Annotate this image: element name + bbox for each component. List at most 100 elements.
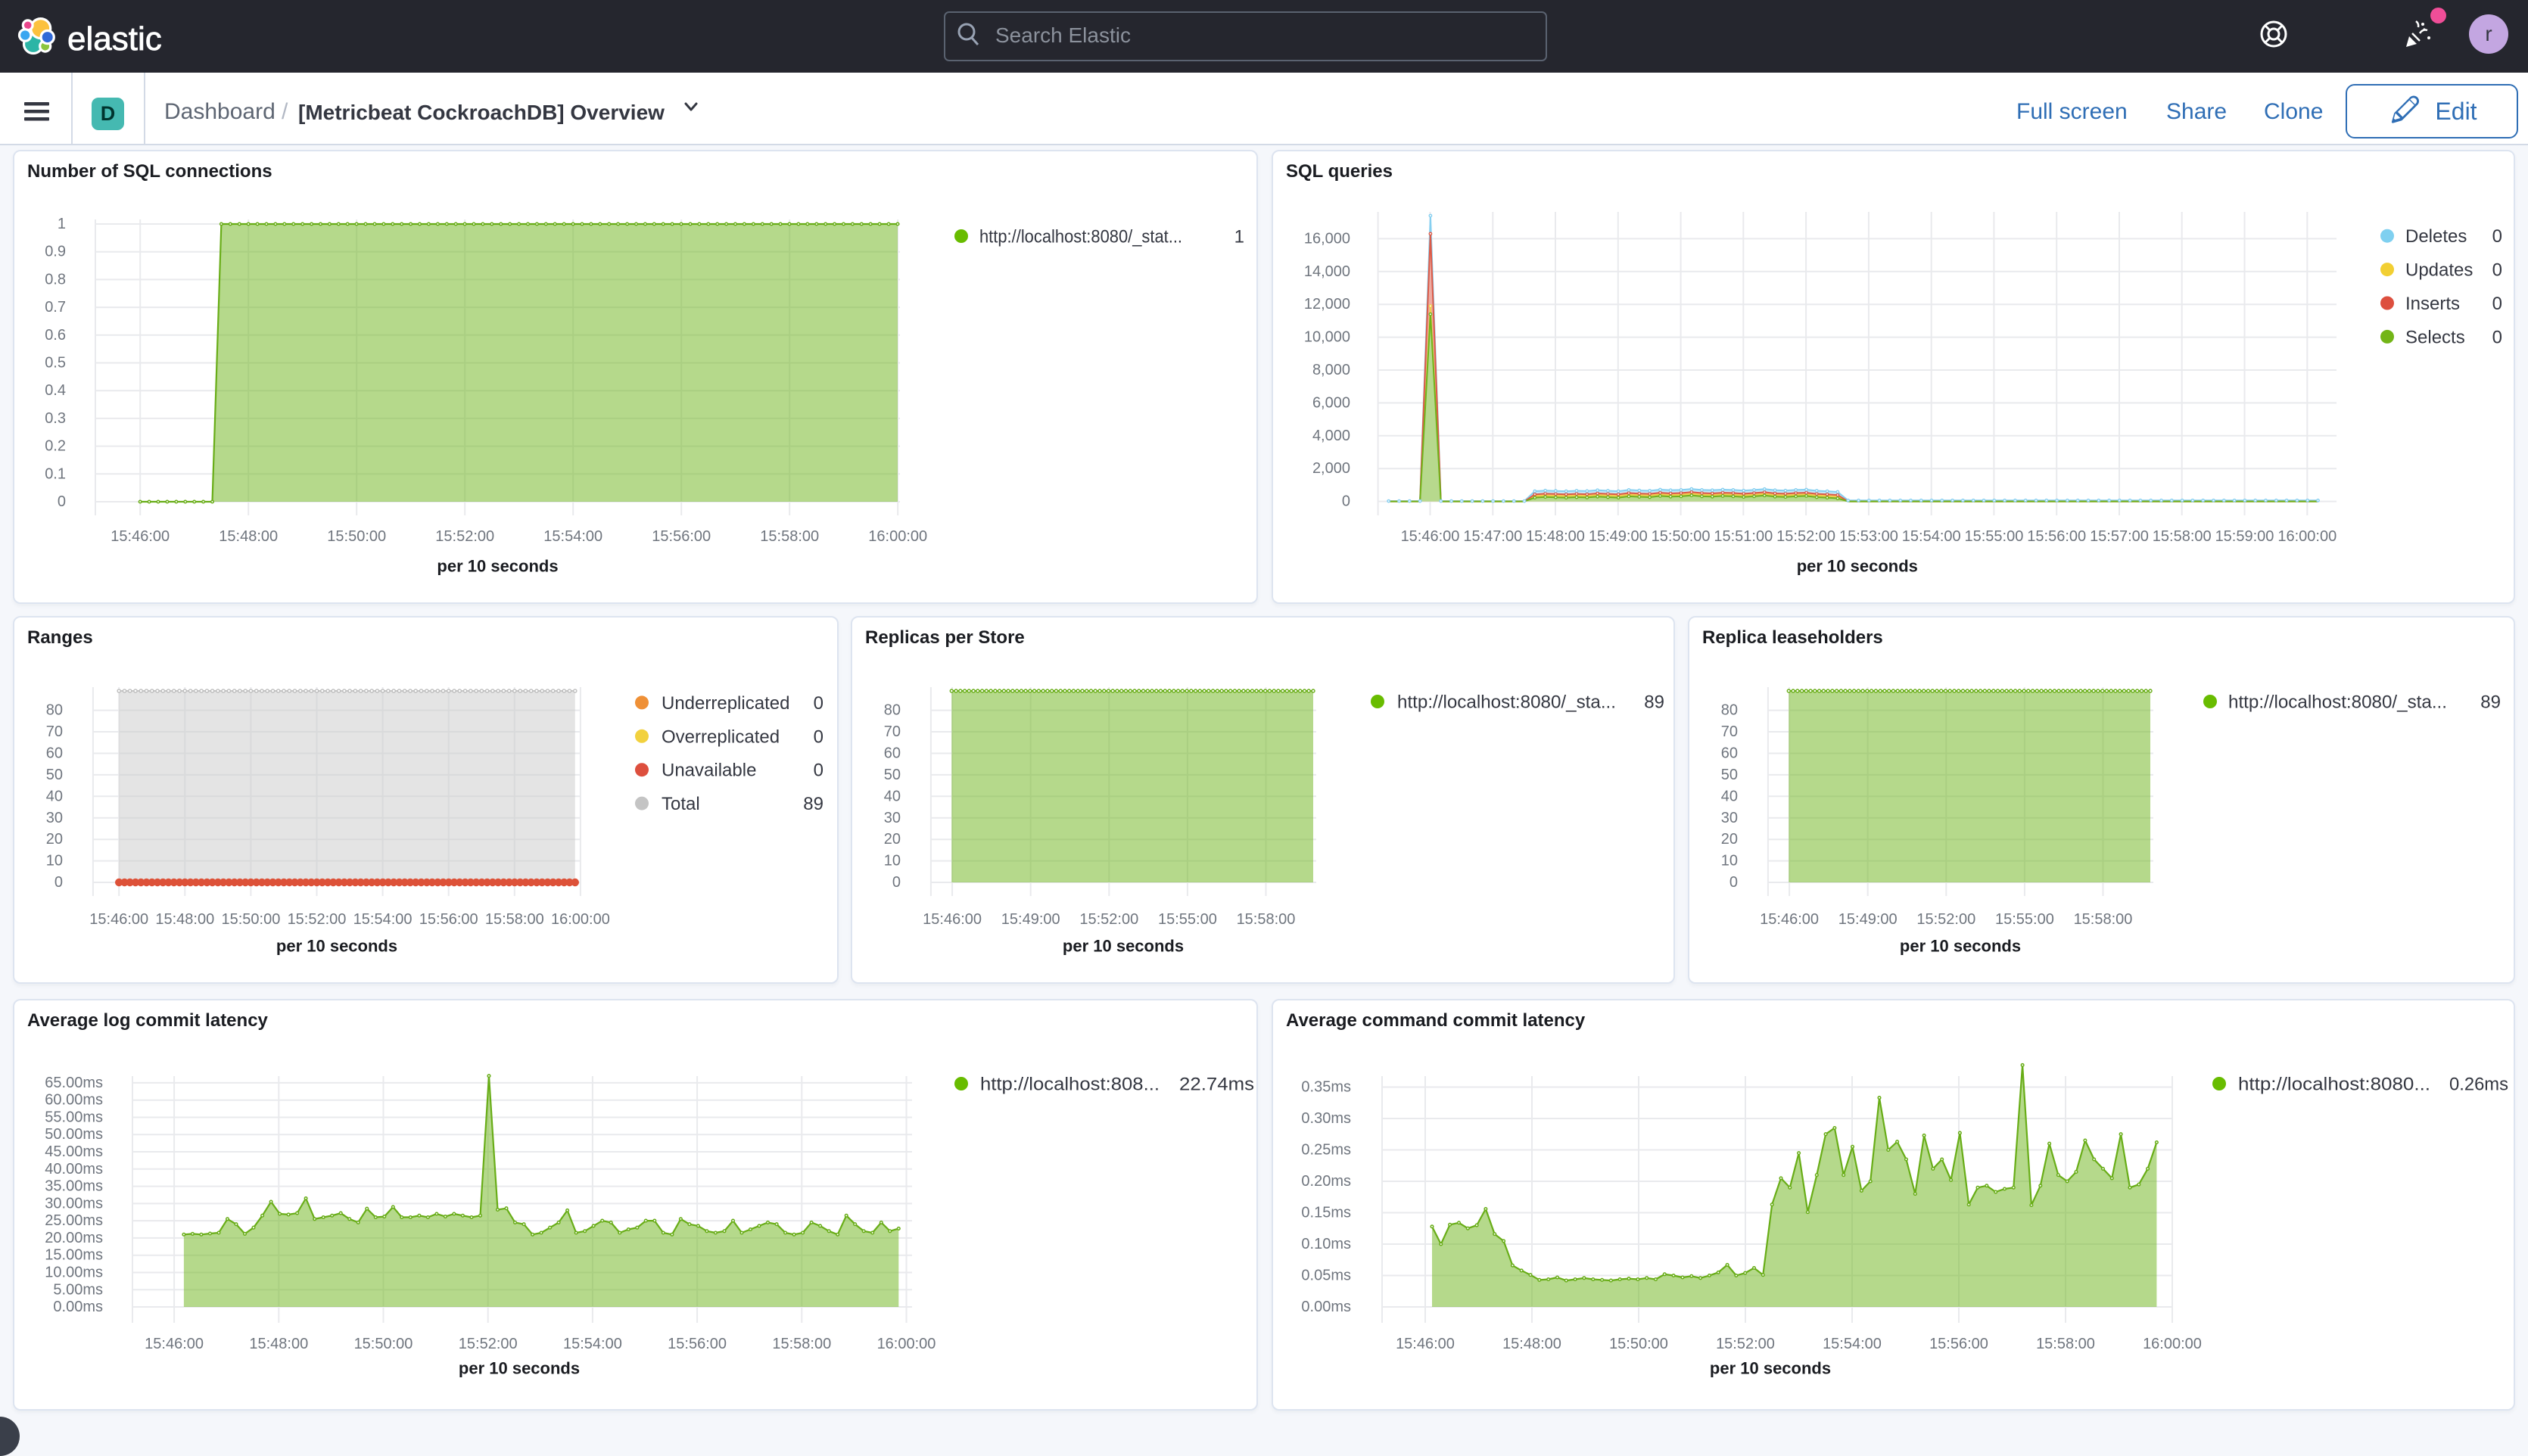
svg-text:22.74ms: 22.74ms <box>1179 1075 1254 1095</box>
svg-text:0.9: 0.9 <box>45 244 66 260</box>
svg-text:2,000: 2,000 <box>1312 460 1350 477</box>
svg-text:15:50:00: 15:50:00 <box>221 911 280 928</box>
svg-text:0.10ms: 0.10ms <box>1301 1236 1351 1252</box>
svg-text:16:00:00: 16:00:00 <box>2277 528 2337 545</box>
svg-text:40: 40 <box>46 788 63 804</box>
svg-text:60: 60 <box>1721 745 1738 762</box>
svg-text:15:48:00: 15:48:00 <box>1526 528 1585 545</box>
svg-text:0.20ms: 0.20ms <box>1301 1173 1351 1190</box>
svg-text:50: 50 <box>46 767 63 783</box>
svg-text:15:55:00: 15:55:00 <box>1995 911 2054 928</box>
svg-text:15:46:00: 15:46:00 <box>1401 528 1460 545</box>
svg-text:per 10 seconds: per 10 seconds <box>1063 937 1184 956</box>
svg-text:15:49:00: 15:49:00 <box>1838 911 1898 928</box>
svg-text:50: 50 <box>1721 767 1738 783</box>
svg-text:15:47:00: 15:47:00 <box>1463 528 1522 545</box>
svg-text:per 10 seconds: per 10 seconds <box>1710 1359 1831 1378</box>
svg-text:15:54:00: 15:54:00 <box>1823 1336 1882 1352</box>
svg-text:Selects: Selects <box>2405 327 2465 347</box>
svg-text:http://localhost:8080/_sta...: http://localhost:8080/_sta... <box>1397 692 1616 713</box>
svg-text:15:49:00: 15:49:00 <box>1589 528 1648 545</box>
svg-text:15:52:00: 15:52:00 <box>459 1336 518 1352</box>
svg-text:0.3: 0.3 <box>45 410 66 427</box>
svg-text:60.00ms: 60.00ms <box>45 1092 103 1109</box>
svg-text:16:00:00: 16:00:00 <box>551 911 610 928</box>
svg-text:15:52:00: 15:52:00 <box>1716 1336 1775 1352</box>
svg-text:15:56:00: 15:56:00 <box>1929 1336 1988 1352</box>
svg-text:Deletes: Deletes <box>2405 226 2467 247</box>
svg-text:15:52:00: 15:52:00 <box>288 911 347 928</box>
svg-text:8,000: 8,000 <box>1312 362 1350 378</box>
svg-text:0: 0 <box>2492 294 2502 314</box>
svg-text:0: 0 <box>814 761 823 781</box>
svg-text:0.00ms: 0.00ms <box>1301 1299 1351 1315</box>
svg-text:0: 0 <box>1729 874 1738 891</box>
svg-text:15:51:00: 15:51:00 <box>1714 528 1773 545</box>
svg-text:16:00:00: 16:00:00 <box>868 528 927 545</box>
svg-text:30: 30 <box>884 810 901 826</box>
svg-text:50.00ms: 50.00ms <box>45 1126 103 1143</box>
svg-text:15:54:00: 15:54:00 <box>353 911 413 928</box>
svg-text:15:52:00: 15:52:00 <box>1916 911 1975 928</box>
svg-text:20: 20 <box>1721 831 1738 848</box>
svg-text:6,000: 6,000 <box>1312 394 1350 411</box>
svg-text:15:46:00: 15:46:00 <box>111 528 170 545</box>
svg-text:http://localhost:8080...: http://localhost:8080... <box>2238 1075 2430 1095</box>
svg-text:0.35ms: 0.35ms <box>1301 1079 1351 1096</box>
svg-text:per 10 seconds: per 10 seconds <box>459 1359 580 1378</box>
svg-text:0.5: 0.5 <box>45 355 66 372</box>
svg-text:15:52:00: 15:52:00 <box>1776 528 1835 545</box>
svg-text:per 10 seconds: per 10 seconds <box>1797 557 1918 576</box>
svg-text:0.26ms: 0.26ms <box>2449 1075 2508 1095</box>
svg-text:12,000: 12,000 <box>1304 296 1350 313</box>
svg-text:15:54:00: 15:54:00 <box>1902 528 1961 545</box>
svg-text:Overreplicated: Overreplicated <box>662 726 780 747</box>
svg-text:15:56:00: 15:56:00 <box>652 528 711 545</box>
svg-text:per 10 seconds: per 10 seconds <box>276 937 397 956</box>
svg-text:15:48:00: 15:48:00 <box>155 911 214 928</box>
svg-text:25.00ms: 25.00ms <box>45 1212 103 1229</box>
svg-text:http://localhost:8080/_stat...: http://localhost:8080/_stat... <box>979 227 1182 247</box>
svg-text:15:50:00: 15:50:00 <box>1652 528 1711 545</box>
svg-text:20: 20 <box>46 831 63 848</box>
svg-text:45.00ms: 45.00ms <box>45 1143 103 1160</box>
svg-text:70: 70 <box>884 723 901 740</box>
svg-text:http://localhost:808...: http://localhost:808... <box>980 1075 1160 1095</box>
svg-text:30: 30 <box>46 810 63 826</box>
svg-text:0.4: 0.4 <box>45 382 66 399</box>
svg-text:35.00ms: 35.00ms <box>45 1178 103 1195</box>
svg-text:15:46:00: 15:46:00 <box>1760 911 1819 928</box>
svg-text:15:58:00: 15:58:00 <box>760 528 819 545</box>
svg-text:15:55:00: 15:55:00 <box>1158 911 1217 928</box>
svg-text:15:56:00: 15:56:00 <box>2027 528 2086 545</box>
svg-text:15:54:00: 15:54:00 <box>543 528 602 545</box>
svg-text:0.8: 0.8 <box>45 271 66 288</box>
svg-text:15:58:00: 15:58:00 <box>2074 911 2133 928</box>
svg-text:per 10 seconds: per 10 seconds <box>1900 937 2021 956</box>
svg-text:15:46:00: 15:46:00 <box>145 1336 204 1352</box>
svg-text:0: 0 <box>2492 260 2502 281</box>
svg-text:15:46:00: 15:46:00 <box>923 911 982 928</box>
svg-text:0: 0 <box>892 874 901 891</box>
svg-text:1: 1 <box>58 216 66 232</box>
svg-text:0.25ms: 0.25ms <box>1301 1142 1351 1159</box>
svg-text:15:46:00: 15:46:00 <box>89 911 148 928</box>
svg-text:10: 10 <box>46 853 63 870</box>
svg-text:15:52:00: 15:52:00 <box>435 528 494 545</box>
svg-text:15:58:00: 15:58:00 <box>772 1336 831 1352</box>
svg-text:65.00ms: 65.00ms <box>45 1075 103 1091</box>
svg-text:http://localhost:8080/_sta...: http://localhost:8080/_sta... <box>2228 692 2447 713</box>
svg-text:15.00ms: 15.00ms <box>45 1247 103 1264</box>
svg-text:70: 70 <box>46 723 63 740</box>
svg-text:0: 0 <box>2492 327 2502 347</box>
svg-text:89: 89 <box>2480 692 2501 713</box>
svg-text:60: 60 <box>884 745 901 762</box>
svg-text:0.7: 0.7 <box>45 299 66 316</box>
svg-text:15:50:00: 15:50:00 <box>354 1336 413 1352</box>
svg-text:14,000: 14,000 <box>1304 263 1350 280</box>
svg-text:0.00ms: 0.00ms <box>53 1299 103 1315</box>
svg-text:80: 80 <box>46 702 63 719</box>
svg-text:4,000: 4,000 <box>1312 428 1350 444</box>
svg-text:1: 1 <box>1234 227 1244 247</box>
svg-text:Updates: Updates <box>2405 260 2473 281</box>
